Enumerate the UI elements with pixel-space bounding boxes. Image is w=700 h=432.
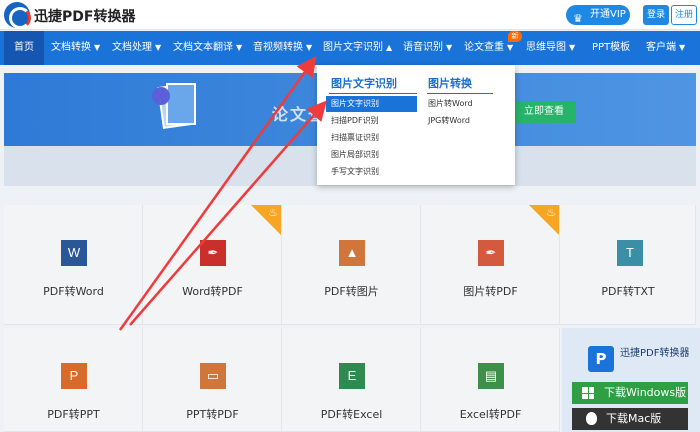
tile-pdf-to-txt[interactable]: T PDF转TXT — [560, 205, 696, 325]
tile-pdf-to-ppt[interactable]: P PDF转PPT — [4, 328, 143, 432]
dropdown-item-scan-ticket[interactable]: 扫描票证识别 — [331, 130, 379, 146]
download-mac-label: 下载Mac版 — [606, 412, 662, 425]
nav-item-ppt-templates[interactable]: PPT模板 — [592, 31, 630, 65]
dropdown-heading-ocr: 图片文字识别 — [331, 77, 397, 90]
tile-label: PDF转PPT — [47, 408, 100, 421]
dropdown-item-scan-pdf[interactable]: 扫描PDF识别 — [331, 113, 379, 129]
nav-label: 文档转换 — [51, 42, 91, 53]
tile-pdf-to-image[interactable]: ▲ PDF转图片 — [282, 205, 421, 325]
nav-item-image-ocr[interactable]: 图片文字识别 ▲ — [323, 31, 393, 65]
nav-label: 客户端 — [646, 42, 676, 53]
ppt-file-icon: P — [61, 363, 87, 389]
nav-item-doc-convert[interactable]: 文档转换 ▼ — [51, 31, 100, 65]
excel-file-icon: E — [339, 363, 365, 389]
tile-label: PDF转图片 — [324, 285, 379, 298]
dropdown-item-partial-ocr[interactable]: 图片局部识别 — [331, 147, 379, 163]
download-mac-button[interactable]: 下载Mac版 — [572, 408, 688, 430]
heading-underline — [427, 93, 493, 94]
app-logo-icon — [4, 2, 31, 29]
nav-label: 语音识别 — [403, 42, 443, 53]
tile-pdf-to-word[interactable]: W PDF转Word — [4, 205, 143, 325]
pdf-app-icon: P — [588, 346, 614, 372]
caret-down-icon: ▼ — [94, 43, 101, 52]
flame-icon: ♨ — [268, 206, 278, 219]
nav-item-speech[interactable]: 语音识别 ▼ — [403, 31, 452, 65]
caret-down-icon: ▼ — [155, 43, 162, 52]
tile-label: PDF转Word — [43, 285, 104, 298]
nav-label: 论文查重 — [464, 42, 504, 53]
nav-label: 文档处理 — [112, 42, 152, 53]
apple-icon — [586, 412, 597, 425]
word-file-icon: W — [61, 240, 87, 266]
nav-item-client[interactable]: 客户端 ▼ — [646, 31, 685, 65]
caret-down-icon: ▼ — [679, 43, 686, 52]
tile-word-to-pdf[interactable]: ♨ ✒ Word转PDF — [143, 205, 282, 325]
nav-label: 图片文字识别 — [323, 42, 383, 53]
open-vip-button[interactable]: ♛ 开通VIP — [566, 5, 630, 25]
tile-image-to-pdf[interactable]: ♨ ✒ 图片转PDF — [421, 205, 560, 325]
main-nav: 首页 文档转换 ▼ 文档处理 ▼ 文档文本翻译 ▼ 音视频转换 ▼ 图片文字识别 ▲ 语音… — [0, 31, 700, 65]
document-stack-icon — [152, 81, 202, 133]
caret-up-icon: ▲ — [386, 43, 393, 52]
crown-icon: ♛ — [573, 12, 583, 25]
windows-icon — [582, 387, 594, 399]
flame-icon: ♨ — [546, 206, 556, 219]
nav-item-translate[interactable]: 文档文本翻译 ▼ — [173, 31, 242, 65]
tile-pdf-to-excel[interactable]: E PDF转Excel — [282, 328, 421, 432]
nav-label: 首页 — [14, 42, 34, 53]
download-promo: P 迅捷PDF转换器 下载Windows版 下载Mac版 — [562, 328, 700, 432]
caret-down-icon: ▼ — [236, 43, 243, 52]
dropdown-heading-convert: 图片转换 — [428, 77, 472, 90]
heading-underline — [329, 93, 417, 94]
image-file-icon: ▲ — [339, 240, 365, 266]
nav-label: 音视频转换 — [253, 42, 303, 53]
image-ocr-dropdown: 图片文字识别 图片文字识别 扫描PDF识别 扫描票证识别 图片局部识别 手写文字… — [317, 65, 515, 185]
tile-label: Excel转PDF — [459, 408, 522, 421]
caret-down-icon: ▼ — [569, 43, 576, 52]
download-windows-label: 下载Windows版 — [604, 386, 687, 399]
tile-label: 图片转PDF — [463, 285, 518, 298]
nav-item-paper-check[interactable]: 论文查重 ▼ — [464, 31, 513, 65]
pdf-file-icon: ▤ — [478, 363, 504, 389]
nav-item-doc-process[interactable]: 文档处理 ▼ — [112, 31, 161, 65]
top-header: 迅捷PDF转换器 ♛ 开通VIP 登录 注册 — [0, 0, 700, 30]
download-windows-button[interactable]: 下载Windows版 — [572, 382, 688, 404]
banner-view-button[interactable]: 立即查看 — [512, 101, 576, 123]
open-vip-label: 开通VIP — [590, 9, 626, 20]
nav-label: 思维导图 — [526, 42, 566, 53]
dropdown-item-image-to-word[interactable]: 图片转Word — [428, 96, 473, 112]
nav-item-mindmap[interactable]: 思维导图 ▼ — [526, 31, 575, 65]
txt-file-icon: T — [617, 240, 643, 266]
dropdown-item-jpg-to-word[interactable]: JPG转Word — [428, 113, 470, 129]
nav-label: PPT模板 — [592, 42, 631, 53]
login-button[interactable]: 登录 — [643, 5, 669, 25]
tile-ppt-to-pdf[interactable]: ▭ PPT转PDF — [143, 328, 282, 432]
dropdown-item-image-ocr[interactable]: 图片文字识别 — [326, 96, 417, 112]
promo-app-name: 迅捷PDF转换器 — [620, 348, 690, 359]
tile-label: PPT转PDF — [186, 408, 239, 421]
register-button[interactable]: 注册 — [671, 5, 697, 25]
app-name: 迅捷PDF转换器 — [34, 9, 136, 25]
nav-label: 文档文本翻译 — [173, 42, 233, 53]
tile-excel-to-pdf[interactable]: ▤ Excel转PDF — [421, 328, 560, 432]
new-badge: 新 — [508, 31, 522, 42]
slide-file-icon: ▭ — [200, 363, 226, 389]
tile-label: PDF转TXT — [601, 285, 655, 298]
pdf-file-icon: ✒ — [478, 240, 504, 266]
nav-item-home[interactable]: 首页 — [4, 31, 44, 65]
dropdown-item-handwriting[interactable]: 手写文字识别 — [331, 164, 379, 180]
tile-label: Word转PDF — [182, 285, 243, 298]
nav-item-av-convert[interactable]: 音视频转换 ▼ — [253, 31, 312, 65]
caret-down-icon: ▼ — [306, 43, 313, 52]
caret-down-icon: ▼ — [446, 43, 453, 52]
pdf-file-icon: ✒ — [200, 240, 226, 266]
tile-label: PDF转Excel — [320, 408, 383, 421]
